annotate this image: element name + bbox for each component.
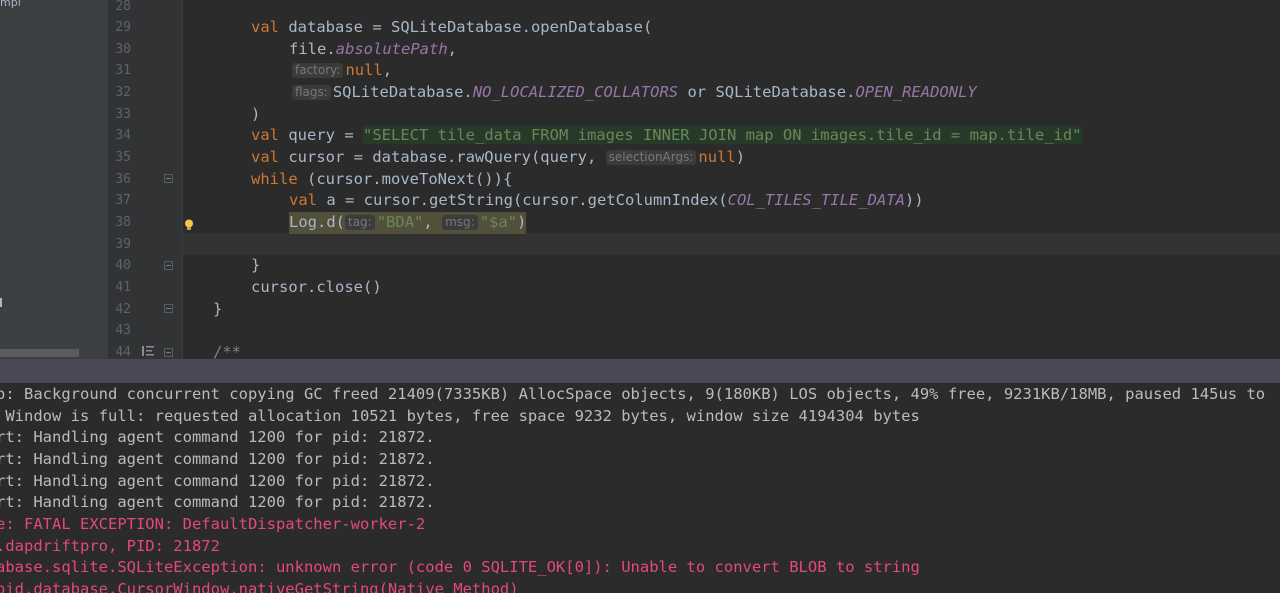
log-line[interactable]: Window is full: requested allocation 105…: [0, 406, 920, 428]
code-token: ): [517, 213, 527, 231]
code-token: absolutePath: [335, 40, 448, 58]
tool-window-separator[interactable]: [0, 359, 1280, 383]
code-token: while: [251, 170, 298, 188]
project-panel[interactable]: mpl: [0, 0, 109, 359]
line-number: 39: [115, 237, 131, 252]
parameter-hint: flags:: [292, 85, 331, 100]
line-number: 34: [115, 128, 131, 143]
code-token: "BDA": [376, 213, 424, 231]
code-token: val: [251, 18, 279, 36]
log-line[interactable]: rt: Handling agent command 1200 for pid:…: [0, 492, 435, 514]
code-token: file.: [289, 40, 336, 58]
line-number: 35: [115, 150, 131, 165]
code-token: val: [289, 191, 317, 209]
code-token: }: [251, 256, 261, 274]
parameter-hint: tag:: [345, 215, 375, 230]
code-line-29[interactable]: val database = SQLiteDatabase.openDataba…: [251, 17, 652, 39]
code-line-42[interactable]: }: [213, 299, 222, 321]
code-token: (cursor.moveToNext()){: [297, 170, 513, 188]
line-number: 32: [115, 85, 131, 100]
sql-string-literal: "SELECT tile_data FROM images INNER JOIN…: [363, 126, 1082, 144]
line-number: 38: [115, 215, 131, 230]
code-token: database = SQLiteDatabase.openDatabase(: [279, 18, 653, 36]
project-panel-scrollbar[interactable]: [0, 349, 79, 357]
code-line-32[interactable]: flags: SQLiteDatabase.NO_LOCALIZED_COLLAT…: [292, 82, 977, 104]
line-number: 43: [115, 323, 131, 338]
code-line-38[interactable]: Log.d(tag: "BDA", msg: "$a"): [289, 212, 527, 234]
log-line[interactable]: rt: Handling agent command 1200 for pid:…: [0, 471, 435, 493]
code-line-41[interactable]: cursor.close(): [251, 277, 382, 299]
code-token: NO_LOCALIZED_COLLATORS: [472, 83, 679, 101]
code-token: cursor.close(): [251, 278, 382, 296]
code-token: COL_TILES_TILE_DATA: [727, 191, 905, 209]
log-line[interactable]: rt: Handling agent command 1200 for pid:…: [0, 449, 435, 471]
code-token: Log.d(: [289, 213, 345, 231]
line-number: 28: [115, 0, 131, 14]
line-number: 30: [115, 42, 131, 57]
code-token: val: [251, 148, 279, 166]
code-line-37[interactable]: val a = cursor.getString(cursor.getColum…: [289, 190, 924, 212]
line-number: 40: [115, 258, 131, 273]
documentation-icon[interactable]: [142, 346, 154, 356]
panel-marker: [0, 298, 2, 307]
code-token: OPEN_READONLY: [855, 83, 977, 101]
intention-bulb-icon[interactable]: [184, 219, 194, 231]
code-token: "$a": [479, 213, 518, 231]
code-token: val: [251, 126, 279, 144]
current-line-highlight: [183, 233, 1280, 255]
fold-marker-icon[interactable]: [164, 174, 173, 183]
log-line[interactable]: o: Background concurrent copying GC free…: [0, 384, 1265, 406]
fold-marker-icon[interactable]: [164, 348, 173, 357]
log-line-error[interactable]: abase.sqlite.SQLiteException: unknown er…: [0, 557, 920, 579]
code-token: )): [904, 191, 924, 209]
code-line-30[interactable]: file.absolutePath,: [289, 39, 457, 61]
code-token: ): [251, 105, 261, 123]
code-token: SQLiteDatabase.: [332, 83, 473, 101]
project-panel-label: mpl: [0, 0, 21, 9]
code-token: or SQLiteDatabase.: [678, 83, 856, 101]
code-token: ,: [382, 61, 393, 79]
log-line[interactable]: rt: Handling agent command 1200 for pid:…: [0, 427, 435, 449]
line-number: 41: [115, 280, 131, 295]
code-line-35[interactable]: val cursor = database.rawQuery(query, se…: [251, 147, 745, 169]
log-line-error[interactable]: .dapdriftpro, PID: 21872: [0, 536, 220, 558]
code-token: }: [213, 300, 223, 318]
parameter-hint: factory:: [292, 63, 344, 78]
code-token: query =: [279, 126, 363, 144]
fold-marker-icon[interactable]: [164, 304, 173, 313]
line-number: 29: [115, 20, 131, 35]
parameter-hint: selectionArgs:: [605, 150, 697, 165]
code-line-40[interactable]: }: [251, 255, 260, 277]
line-number: 31: [115, 63, 131, 78]
code-line-31[interactable]: factory: null,: [292, 60, 392, 82]
log-line-error[interactable]: oid.database.CursorWindow.nativeGetStrin…: [0, 579, 519, 593]
code-token: null: [345, 61, 383, 79]
code-line-34[interactable]: val query = "SELECT tile_data FROM image…: [251, 125, 1082, 147]
code-line-33[interactable]: ): [251, 104, 260, 126]
parameter-hint: msg:: [442, 215, 478, 230]
code-token: cursor = database.rawQuery(query,: [279, 148, 606, 166]
code-token: null: [698, 148, 736, 166]
line-number: 42: [115, 302, 131, 317]
code-token: ): [735, 148, 746, 166]
code-token: ,: [447, 40, 457, 58]
log-line-error[interactable]: e: FATAL EXCEPTION: DefaultDispatcher-wo…: [0, 514, 425, 536]
line-number: 36: [115, 172, 131, 187]
logcat-console[interactable]: o: Background concurrent copying GC free…: [0, 383, 1280, 593]
code-token: a = cursor.getString(cursor.getColumnInd…: [317, 191, 728, 209]
fold-marker-icon[interactable]: [164, 261, 173, 270]
line-number: 33: [115, 107, 131, 122]
line-number: 37: [115, 193, 131, 208]
code-token: ,: [423, 213, 433, 231]
code-line-36[interactable]: while (cursor.moveToNext()){: [251, 169, 512, 191]
